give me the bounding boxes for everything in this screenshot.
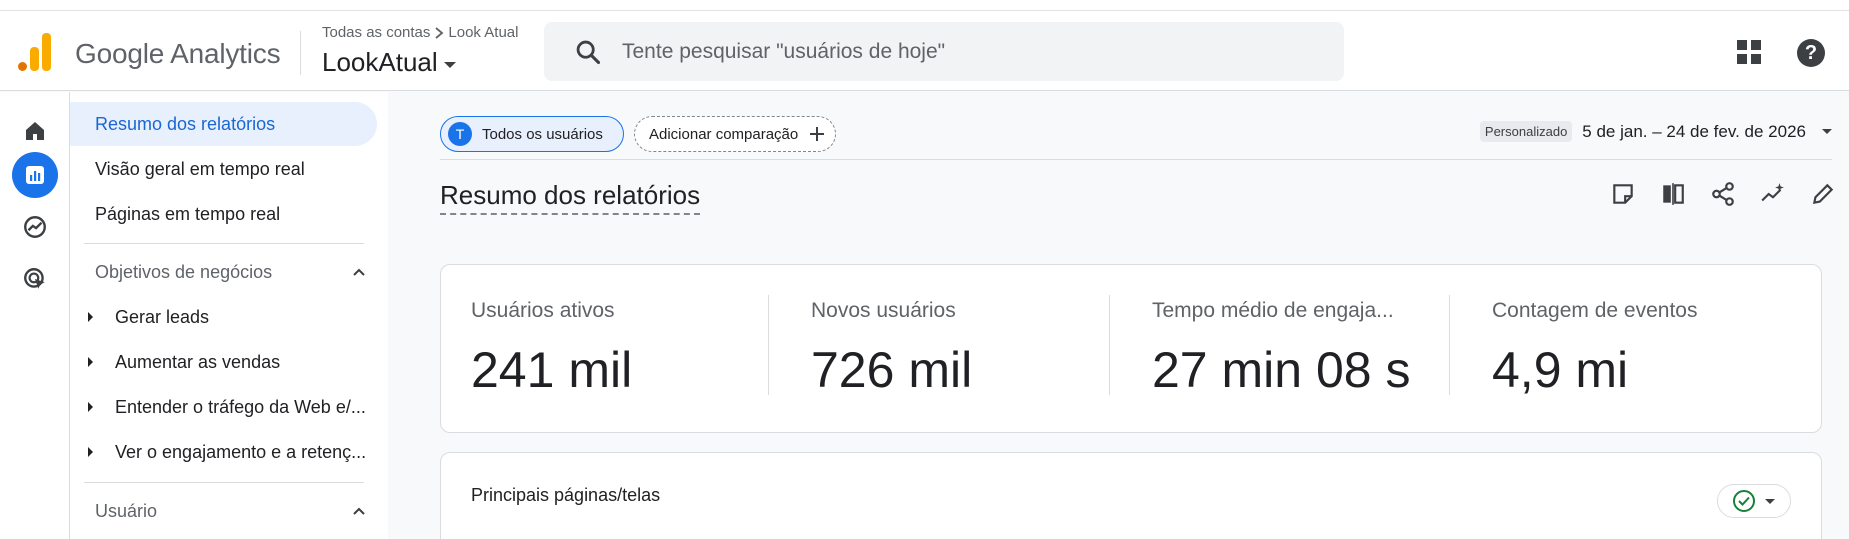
- property-name: LookAtual: [322, 47, 438, 77]
- help-icon-glyph: ?: [1804, 41, 1818, 64]
- breadcrumb-account: Todas as contas: [322, 24, 431, 41]
- search-bar[interactable]: Tente pesquisar "usuários de hoje": [544, 22, 1344, 81]
- nav-section-user[interactable]: Usuário: [70, 489, 365, 533]
- analytics-logo[interactable]: [18, 31, 52, 71]
- advertising-icon[interactable]: [12, 256, 58, 302]
- nav-item-label: Gerar leads: [115, 306, 210, 327]
- nav-item-label: Aumentar as vendas: [115, 351, 281, 372]
- nav-section-label: Usuário: [95, 500, 158, 521]
- date-preset-tag: Personalizado: [1479, 121, 1573, 142]
- add-comparison-button[interactable]: Adicionar comparação: [634, 116, 836, 152]
- property-selector[interactable]: LookAtual: [322, 47, 456, 78]
- left-rail: [0, 92, 70, 539]
- metric-label: Contagem de eventos: [1492, 299, 1698, 322]
- nav-panel: Resumo dos relatórios Visão geral em tem…: [70, 92, 388, 539]
- apps-grid-icon[interactable]: [1737, 40, 1763, 66]
- caret-down-icon: [1822, 129, 1832, 134]
- share-icon[interactable]: [1710, 181, 1736, 207]
- top-pages-status-button[interactable]: [1717, 484, 1791, 518]
- metric-divider: [1109, 295, 1110, 395]
- nav-item-engagement-retention[interactable]: Ver o engajamento e a retenç...: [70, 430, 370, 474]
- all-users-chip[interactable]: T Todos os usuários: [440, 116, 624, 152]
- nav-section-business-objectives[interactable]: Objetivos de negócios: [70, 250, 365, 294]
- metric-avg-engagement-time[interactable]: Tempo médio de engaja... 27 min 08 s: [1122, 265, 1462, 434]
- metric-active-users[interactable]: Usuários ativos 241 mil: [441, 265, 781, 434]
- all-users-avatar: T: [448, 122, 472, 146]
- nav-item-increase-sales[interactable]: Aumentar as vendas: [70, 340, 370, 384]
- nav-item-label: Páginas em tempo real: [95, 203, 281, 224]
- top-pages-card: Principais páginas/telas: [440, 452, 1822, 539]
- metric-divider: [768, 295, 769, 395]
- metric-value: 27 min 08 s: [1152, 342, 1411, 398]
- insights-icon[interactable]: [1760, 181, 1786, 207]
- date-range-picker[interactable]: Personalizado 5 de jan. – 24 de fev. de …: [1479, 121, 1832, 142]
- header-divider: [300, 31, 301, 75]
- edit-pencil-icon[interactable]: [1810, 181, 1836, 207]
- metric-new-users[interactable]: Novos usuários 726 mil: [781, 265, 1121, 434]
- metrics-card: Usuários ativos 241 mil Novos usuários 7…: [440, 264, 1822, 433]
- explore-icon[interactable]: [12, 204, 58, 250]
- compare-icon[interactable]: [1660, 181, 1686, 207]
- check-circle-icon: [1733, 490, 1755, 512]
- chevron-up-icon: [353, 507, 365, 515]
- nav-section-label: Objetivos de negócios: [95, 261, 273, 282]
- all-users-label: Todos os usuários: [482, 125, 603, 143]
- metric-event-count[interactable]: Contagem de eventos 4,9 mi: [1462, 265, 1802, 434]
- metric-divider: [1449, 295, 1450, 395]
- nav-item-generate-leads[interactable]: Gerar leads: [70, 295, 370, 339]
- brand-name: Google Analytics: [75, 38, 281, 69]
- top-strip: [0, 0, 1849, 11]
- chevron-up-icon: [353, 268, 365, 276]
- date-range-value: 5 de jan. – 24 de fev. de 2026: [1582, 121, 1806, 141]
- search-placeholder: Tente pesquisar "usuários de hoje": [622, 39, 946, 63]
- expand-arrow-icon: [88, 357, 93, 367]
- nav-item-label: Entender o tráfego da Web e/...: [115, 396, 366, 417]
- nav-item-label: Visão geral em tempo real: [95, 158, 305, 179]
- home-icon[interactable]: [12, 108, 58, 154]
- caret-down-icon: [443, 61, 456, 68]
- metric-value: 241 mil: [471, 342, 633, 398]
- search-icon: [576, 40, 601, 64]
- caret-down-icon: [1765, 498, 1775, 504]
- nav-divider: [84, 243, 364, 244]
- nav-divider: [84, 482, 364, 483]
- nav-item-label: Resumo dos relatórios: [95, 113, 276, 134]
- nav-item-label: Ver o engajamento e a retenç...: [115, 441, 367, 462]
- note-icon[interactable]: [1610, 181, 1636, 207]
- expand-arrow-icon: [88, 447, 93, 457]
- metric-value: 4,9 mi: [1492, 342, 1629, 398]
- metric-value: 726 mil: [811, 342, 973, 398]
- nav-item-web-traffic[interactable]: Entender o tráfego da Web e/...: [70, 385, 370, 429]
- reports-icon[interactable]: [12, 152, 58, 198]
- app-header: Google Analytics Todas as contas Look At…: [0, 11, 1849, 91]
- expand-arrow-icon: [88, 312, 93, 322]
- breadcrumb-property: Look Atual: [448, 24, 519, 41]
- toolbar-divider: [440, 159, 1832, 160]
- plus-icon: [810, 127, 825, 141]
- metric-label: Novos usuários: [811, 299, 956, 322]
- help-icon[interactable]: ?: [1797, 39, 1825, 67]
- metric-label: Usuários ativos: [471, 299, 615, 322]
- page-title[interactable]: Resumo dos relatórios: [440, 180, 701, 215]
- add-comparison-label: Adicionar comparação: [649, 125, 799, 143]
- nav-item-reports-summary[interactable]: Resumo dos relatórios: [70, 102, 377, 146]
- breadcrumb[interactable]: Todas as contas Look Atual: [322, 24, 518, 41]
- expand-arrow-icon: [88, 402, 93, 412]
- top-pages-title: Principais páginas/telas: [471, 485, 661, 505]
- chevron-right-icon: [435, 26, 444, 39]
- nav-item-realtime-pages[interactable]: Páginas em tempo real: [70, 192, 280, 236]
- nav-item-realtime-overview[interactable]: Visão geral em tempo real: [70, 147, 305, 191]
- metric-label: Tempo médio de engaja...: [1152, 299, 1394, 322]
